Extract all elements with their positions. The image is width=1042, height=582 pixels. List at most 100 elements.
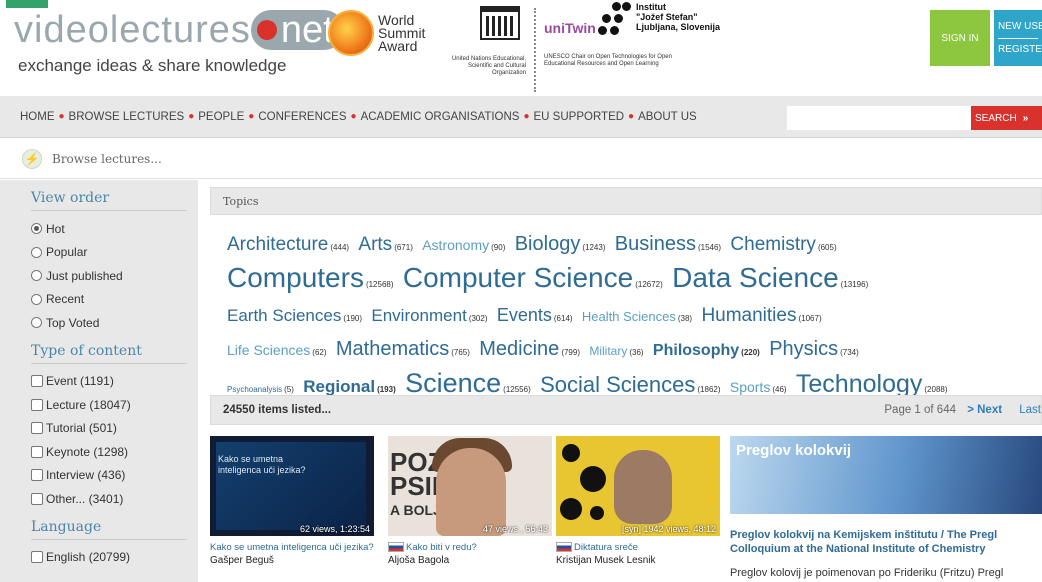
last-page-link[interactable]: Last <box>1019 404 1041 416</box>
lecture-author[interactable]: Gašper Beguš <box>210 555 374 566</box>
checkbox-icon[interactable] <box>31 445 43 458</box>
view-order-recent[interactable]: Recent <box>31 288 198 312</box>
topic-tag[interactable]: Events (614) <box>497 305 573 325</box>
search-input[interactable] <box>787 106 971 130</box>
pager: Page 1 of 644 > Next Last <box>884 404 1041 416</box>
type-label: Tutorial (501) <box>46 421 117 436</box>
topic-tag[interactable]: Social Sciences (1862) <box>540 372 720 397</box>
lecture-thumbnail[interactable]: POZ PSIHO A BOLJ 47 views , 56:43 <box>388 436 552 536</box>
site-logo[interactable]: videolectures net exchange ideas & share… <box>14 8 344 76</box>
lecture-thumbnail[interactable]: Kako se umetna inteligenca uči jezika? 6… <box>210 436 374 536</box>
ijs-logo[interactable]: Institut "Jožef Stefan" Ljubljana, Slove… <box>598 2 720 36</box>
unesco-caption: United Nations Educational, Scientific a… <box>451 56 526 76</box>
featured-banner[interactable]: Preglov kolokvij <box>730 436 1042 514</box>
lecture-card[interactable]: POZ PSIHO A BOLJ 47 views , 56:43 Kako b… <box>388 436 552 566</box>
topic-tag[interactable]: Regional (193) <box>303 377 395 396</box>
topic-tag[interactable]: Medicine (799) <box>479 338 580 360</box>
topic-tag[interactable]: Computer Science (12672) <box>403 262 663 293</box>
nav-about-us[interactable]: ABOUT US <box>638 111 697 123</box>
nav-academic-organisations[interactable]: ACADEMIC ORGANISATIONS <box>361 111 520 123</box>
view-order-hot[interactable]: Hot <box>31 217 198 241</box>
lecture-card[interactable]: Kako se umetna inteligenca uči jezika? 6… <box>210 436 374 566</box>
topic-tag[interactable]: Astronomy (90) <box>422 237 505 253</box>
register-button[interactable]: NEW USE REGISTE <box>994 10 1042 66</box>
view-order-label: Top Voted <box>46 315 100 330</box>
type-other[interactable]: Other... (3401) <box>31 487 198 511</box>
type-lecture[interactable]: Lecture (18047) <box>31 393 198 417</box>
sign-in-button[interactable]: SIGN IN <box>930 10 990 66</box>
lecture-title-link[interactable]: Diktatura sreče <box>556 542 720 553</box>
topic-tag[interactable]: Science (12556) <box>405 368 531 398</box>
lecture-title-link[interactable]: Kako se umetna inteligenca uči jezika? <box>210 542 374 553</box>
radio-icon[interactable] <box>31 246 42 258</box>
topic-tag[interactable]: Psychoanalysis (5) <box>227 385 294 394</box>
radio-selected-icon[interactable] <box>31 223 42 235</box>
topic-tag[interactable]: Philosophy (220) <box>653 342 760 359</box>
slide-text-line: inteligenca uči jezika? <box>218 465 306 475</box>
search-button[interactable]: SEARCH » <box>971 106 1042 130</box>
views-duration: 62 views, 1:23:54 <box>299 524 370 534</box>
lightning-icon: ⚡ <box>22 148 42 169</box>
topic-tag[interactable]: Arts (671) <box>358 234 412 255</box>
radio-icon[interactable] <box>31 293 42 305</box>
topic-tag[interactable]: Military (36) <box>589 344 643 358</box>
view-order-just-published[interactable]: Just published <box>31 264 198 288</box>
lecture-thumbnail[interactable]: ★ ★ ★ ★ ★ [syn] 1942 views, 48:12 <box>556 436 720 536</box>
checkbox-icon[interactable] <box>31 375 43 388</box>
radio-icon[interactable] <box>31 317 42 329</box>
lecture-title-link[interactable]: Kako biti v redu? <box>388 542 552 553</box>
topic-tag[interactable]: Life Sciences (62) <box>227 342 327 358</box>
featured-description: Preglov kolovij je poimenovan po Frideri… <box>730 567 1004 579</box>
lecture-author[interactable]: Kristijan Musek Lesnik <box>556 555 720 566</box>
language-english[interactable]: English (20799) <box>31 546 198 570</box>
nav-conferences[interactable]: CONFERENCES <box>258 111 346 123</box>
view-order-top-voted[interactable]: Top Voted <box>31 311 198 335</box>
logo-dot-icon <box>256 20 277 40</box>
checkbox-icon[interactable] <box>31 469 43 482</box>
checkbox-icon[interactable] <box>31 422 43 435</box>
view-order-label: Just published <box>46 268 123 283</box>
checkbox-icon[interactable] <box>31 551 43 564</box>
topic-tag[interactable]: Biology (1243) <box>515 233 606 255</box>
checkbox-icon[interactable] <box>31 492 43 505</box>
topic-tag[interactable]: Health Sciences (38) <box>582 309 692 324</box>
topic-tag[interactable]: Environment (302) <box>371 306 487 325</box>
world-summit-award-logo[interactable]: World Summit Award <box>328 10 425 56</box>
featured-title-link[interactable]: Preglov kolokvij na Kemijskem inštitutu … <box>730 528 1042 556</box>
checkbox-icon[interactable] <box>31 398 43 411</box>
rating-stars-icon: ★ ★ ★ ★ ★ <box>706 442 716 506</box>
nav-people[interactable]: PEOPLE <box>198 111 244 123</box>
topic-tag[interactable]: Chemistry (605) <box>730 234 836 255</box>
topic-tag[interactable]: Computers (12568) <box>227 262 394 293</box>
nav-browse-lectures[interactable]: BROWSE LECTURES <box>69 111 185 123</box>
topic-tag[interactable]: Humanities (1067) <box>701 305 821 326</box>
browse-lectures-label[interactable]: Browse lectures... <box>52 152 162 166</box>
topic-tag[interactable]: Architecture (444) <box>227 234 349 255</box>
type-tutorial[interactable]: Tutorial (501) <box>31 417 198 441</box>
topic-tag[interactable]: Physics (734) <box>769 338 859 360</box>
topic-tag[interactable]: Data Science (13196) <box>672 262 868 293</box>
lecture-author[interactable]: Aljoša Bagola <box>388 555 552 566</box>
type-keynote[interactable]: Keynote (1298) <box>31 440 198 464</box>
filter-sidebar: View order Hot Popular Just published Re… <box>0 180 198 582</box>
view-order-label: Hot <box>46 221 65 236</box>
nav-bullet-icon: ● <box>350 111 357 122</box>
view-order-popular[interactable]: Popular <box>31 241 198 265</box>
radio-icon[interactable] <box>31 270 42 282</box>
topic-tag[interactable]: Sports (46) <box>730 379 787 395</box>
unesco-logo[interactable]: United Nations Educational, Scientific a… <box>440 6 526 77</box>
topic-tag[interactable]: Business (1546) <box>615 233 721 255</box>
type-interview[interactable]: Interview (436) <box>31 464 198 488</box>
nav-home[interactable]: HOME <box>20 111 55 123</box>
type-label: Other... (3401) <box>46 491 124 506</box>
new-user-label: NEW USE <box>998 21 1042 32</box>
type-event[interactable]: Event (1191) <box>31 370 198 394</box>
featured-event[interactable]: Preglov kolokvij Preglov kolokvij na Kem… <box>730 436 1042 582</box>
topic-tag[interactable]: Technology (2088) <box>796 370 948 398</box>
topic-tag[interactable]: Mathematics (765) <box>336 338 470 360</box>
nav-eu-supported[interactable]: EU SUPPORTED <box>534 111 625 123</box>
next-page-link[interactable]: > Next <box>967 404 1002 416</box>
ijs-dots-icon <box>598 2 632 36</box>
lecture-card[interactable]: ★ ★ ★ ★ ★ [syn] 1942 views, 48:12 Diktatura … <box>556 436 720 566</box>
topic-tag[interactable]: Earth Sciences (190) <box>227 306 362 325</box>
